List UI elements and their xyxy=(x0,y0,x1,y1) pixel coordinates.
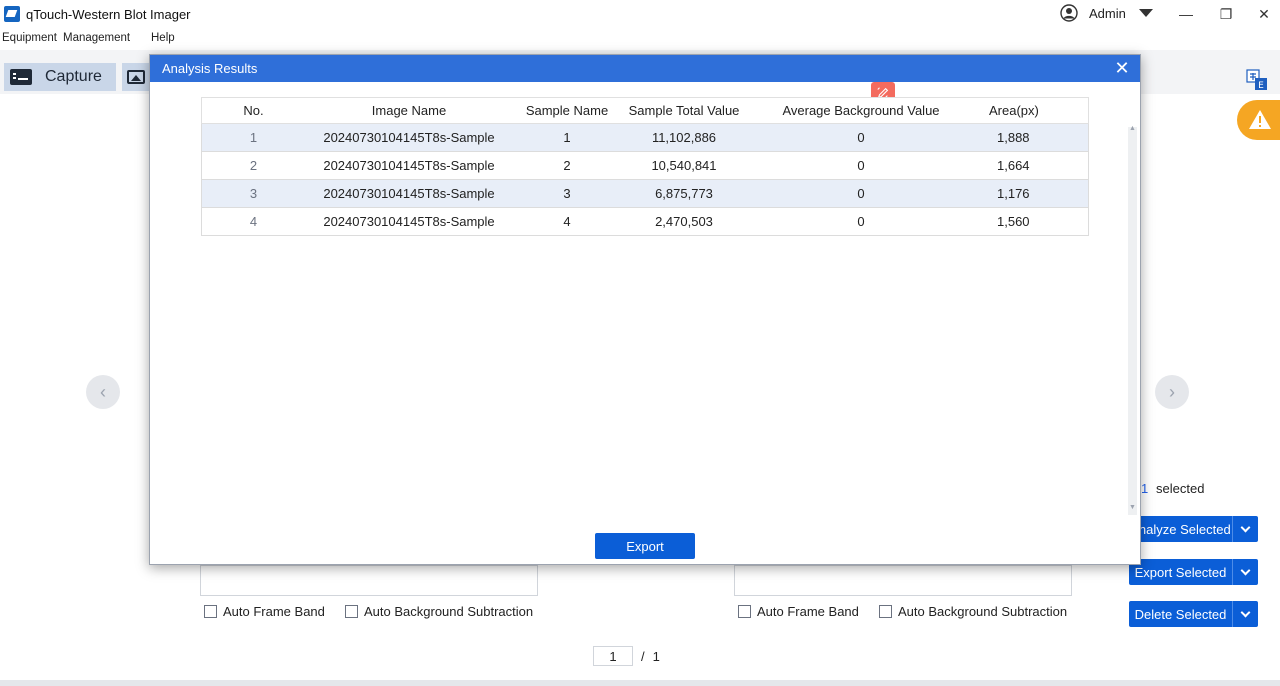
cell-no: 1 xyxy=(201,124,305,152)
cell-avg-bg: 0 xyxy=(747,180,975,208)
delete-dropdown-chevron-icon[interactable] xyxy=(1232,601,1258,627)
export-selected-button[interactable]: Export Selected xyxy=(1129,559,1232,585)
results-table: No. Image Name Sample Name Sample Total … xyxy=(201,97,1089,236)
status-strip xyxy=(0,680,1280,686)
dialog-scrollbar[interactable] xyxy=(1128,127,1137,515)
col-header-area: Area(px) xyxy=(975,97,1089,124)
left-auto-frame-band-label: Auto Frame Band xyxy=(223,604,325,619)
cell-image-name: 20240730104145T8s-Sample xyxy=(305,180,513,208)
col-header-sample-name: Sample Name xyxy=(513,97,621,124)
cell-area: 1,560 xyxy=(975,208,1089,236)
scroll-down-icon[interactable]: ▼ xyxy=(1128,504,1137,512)
right-auto-frame-band-label: Auto Frame Band xyxy=(757,604,859,619)
scroll-up-icon[interactable]: ▲ xyxy=(1128,125,1137,133)
warning-badge[interactable] xyxy=(1237,100,1280,140)
cell-avg-bg: 0 xyxy=(747,152,975,180)
cell-no: 3 xyxy=(201,180,305,208)
right-auto-bg-subtraction-label: Auto Background Subtraction xyxy=(898,604,1068,619)
page-separator: / xyxy=(641,648,645,664)
cell-sample-name: 1 xyxy=(513,124,621,152)
cell-no: 4 xyxy=(201,208,305,236)
user-name: Admin xyxy=(1089,5,1126,21)
dialog-header: Analysis Results ✕ xyxy=(150,55,1140,82)
cell-image-name: 20240730104145T8s-Sample xyxy=(305,208,513,236)
table-row[interactable]: 3 20240730104145T8s-Sample 3 6,875,773 0… xyxy=(201,180,1089,208)
user-dropdown-caret-icon[interactable] xyxy=(1138,9,1153,17)
left-auto-bg-subtraction-label: Auto Background Subtraction xyxy=(364,604,534,619)
cell-area: 1,888 xyxy=(975,124,1089,152)
cell-total-value: 10,540,841 xyxy=(621,152,747,180)
minimize-button[interactable]: — xyxy=(1166,0,1206,28)
table-row[interactable]: 4 20240730104145T8s-Sample 4 2,470,503 0… xyxy=(201,208,1089,236)
cell-sample-name: 3 xyxy=(513,180,621,208)
export-dropdown-chevron-icon[interactable] xyxy=(1232,559,1258,585)
table-row[interactable]: 1 20240730104145T8s-Sample 1 11,102,886 … xyxy=(201,124,1089,152)
col-header-sample-total-value: Sample Total Value xyxy=(621,97,747,124)
right-auto-frame-band-option[interactable]: Auto Frame Band xyxy=(738,604,859,619)
restore-button[interactable]: ❐ xyxy=(1206,0,1246,28)
col-header-image-name: Image Name xyxy=(305,97,513,124)
right-auto-bg-subtraction-option[interactable]: Auto Background Subtraction xyxy=(879,604,1067,619)
cell-avg-bg: 0 xyxy=(747,208,975,236)
page-number-input[interactable]: 1 xyxy=(593,646,633,666)
col-header-average-background-value: Average Background Value xyxy=(747,97,975,124)
left-image-panel xyxy=(200,565,538,596)
image-icon xyxy=(127,70,145,84)
translate-icon[interactable]: E xyxy=(1246,69,1268,91)
svg-text:E: E xyxy=(1258,81,1264,91)
window-close-button[interactable]: ✕ xyxy=(1244,0,1280,28)
analyze-dropdown-chevron-icon[interactable] xyxy=(1232,516,1258,542)
menu-management[interactable]: Management xyxy=(63,32,130,44)
capture-icon xyxy=(10,69,32,85)
menu-help[interactable]: Help xyxy=(151,32,175,44)
app-title: qTouch-Western Blot Imager xyxy=(26,6,191,22)
previous-arrow-icon[interactable]: ‹ xyxy=(86,375,120,409)
dialog-close-button[interactable]: ✕ xyxy=(1112,58,1132,78)
cell-no: 2 xyxy=(201,152,305,180)
export-button[interactable]: Export xyxy=(595,533,695,559)
analyze-selected-split-button: Analyze Selected xyxy=(1129,516,1258,542)
cell-total-value: 6,875,773 xyxy=(621,180,747,208)
cell-area: 1,176 xyxy=(975,180,1089,208)
pagination: 1 / 1 xyxy=(593,646,660,666)
table-header-row: No. Image Name Sample Name Sample Total … xyxy=(201,97,1089,124)
menu-bar: Equipment Management Help xyxy=(0,28,1280,50)
user-menu[interactable]: Admin xyxy=(1060,4,1153,22)
left-auto-frame-band-checkbox[interactable] xyxy=(204,605,217,618)
next-arrow-icon[interactable]: › xyxy=(1155,375,1189,409)
right-auto-bg-subtraction-checkbox[interactable] xyxy=(879,605,892,618)
page-total: 1 xyxy=(652,648,660,664)
cell-sample-name: 2 xyxy=(513,152,621,180)
tab-capture-label: Capture xyxy=(45,68,102,85)
selected-label: selected xyxy=(1156,481,1205,496)
cell-image-name: 20240730104145T8s-Sample xyxy=(305,124,513,152)
warning-icon xyxy=(1249,110,1271,129)
dialog-title: Analysis Results xyxy=(162,61,258,76)
cell-total-value: 11,102,886 xyxy=(621,124,747,152)
left-auto-bg-subtraction-checkbox[interactable] xyxy=(345,605,358,618)
title-bar: qTouch-Western Blot Imager Admin — ❐ ✕ xyxy=(0,0,1280,28)
delete-selected-split-button: Delete Selected xyxy=(1129,601,1258,627)
cell-image-name: 20240730104145T8s-Sample xyxy=(305,152,513,180)
tab-images[interactable] xyxy=(122,63,150,91)
left-auto-frame-band-option[interactable]: Auto Frame Band xyxy=(204,604,325,619)
cell-avg-bg: 0 xyxy=(747,124,975,152)
cell-sample-name: 4 xyxy=(513,208,621,236)
selected-count: 1 xyxy=(1141,481,1149,496)
delete-selected-button[interactable]: Delete Selected xyxy=(1129,601,1232,627)
app-logo-icon xyxy=(4,6,20,22)
cell-total-value: 2,470,503 xyxy=(621,208,747,236)
cell-area: 1,664 xyxy=(975,152,1089,180)
left-auto-bg-subtraction-option[interactable]: Auto Background Subtraction xyxy=(345,604,533,619)
right-image-panel xyxy=(734,565,1072,596)
tab-capture[interactable]: Capture xyxy=(4,63,116,91)
table-row[interactable]: 2 20240730104145T8s-Sample 2 10,540,841 … xyxy=(201,152,1089,180)
analyze-selected-button[interactable]: Analyze Selected xyxy=(1129,516,1232,542)
user-avatar-icon xyxy=(1060,4,1078,22)
export-selected-split-button: Export Selected xyxy=(1129,559,1258,585)
col-header-no: No. xyxy=(201,97,305,124)
right-auto-frame-band-checkbox[interactable] xyxy=(738,605,751,618)
analysis-results-dialog: Analysis Results ✕ No. Image Name Sample… xyxy=(149,54,1141,565)
menu-equipment[interactable]: Equipment xyxy=(2,32,57,44)
